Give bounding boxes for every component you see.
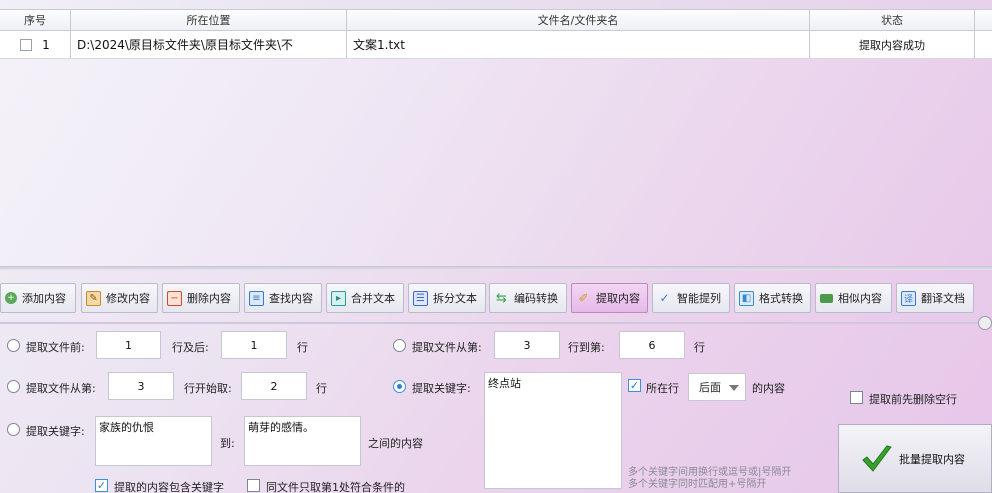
header-filename[interactable]: 文件名/文件夹名 xyxy=(347,10,810,30)
panel-splitter[interactable] xyxy=(0,266,992,270)
keyword-textarea[interactable]: 终点站 xyxy=(484,372,622,489)
remove-blank-label: 提取前先删除空行 xyxy=(869,393,957,406)
header-location[interactable]: 所在位置 xyxy=(71,10,347,30)
split-text-button[interactable]: ☰ 拆分文本 xyxy=(408,283,486,313)
first-match-label: 同文件只取第1处符合条件的 xyxy=(266,481,405,493)
edit-doc-icon: ✎ xyxy=(86,290,101,306)
merge-icon: ▸ xyxy=(331,290,346,306)
include-keyword-label: 提取的内容包含关键字 xyxy=(114,481,224,493)
edit-content-button[interactable]: ✎ 修改内容 xyxy=(81,283,158,313)
first-match-checkbox[interactable] xyxy=(247,479,260,492)
opt-line-range-mid: 行到第: xyxy=(568,341,605,354)
opt-line-range-label: 提取文件从第: xyxy=(412,341,482,354)
opt-line-range-radio[interactable] xyxy=(393,339,406,352)
resize-handle-icon[interactable] xyxy=(978,316,992,330)
between-from-input[interactable]: 家族的仇恨 xyxy=(95,416,212,466)
opt-first-lines-radio[interactable] xyxy=(7,339,20,352)
smart-column-icon: ✓ xyxy=(659,291,670,305)
file-list-grid[interactable]: 序号 所在位置 文件名/文件夹名 状态 1 D:\2024\原目标文件夹\原目标… xyxy=(0,0,992,268)
opt-start-count-mid: 行开始取: xyxy=(184,382,232,395)
find-doc-icon: ≡ xyxy=(249,290,264,306)
find-content-button[interactable]: ≡ 查找内容 xyxy=(244,283,322,313)
opt-first-lines-label: 提取文件前: xyxy=(26,341,85,354)
row-checkbox[interactable] xyxy=(20,38,33,51)
range-end-input[interactable]: 6 xyxy=(619,331,685,359)
position-suffix: 的内容 xyxy=(752,382,785,395)
opt-start-count-radio[interactable] xyxy=(7,380,20,393)
row-index: 1 xyxy=(42,37,50,52)
toolbar: + 添加内容 ✎ 修改内容 − 删除内容 ≡ 查找内容 ▸ 合并文本 ☰ 拆分文… xyxy=(0,283,992,315)
keyword-hint-2: 多个关键字同时匹配用+号隔开 xyxy=(628,479,767,490)
row-index-cell: 1 xyxy=(0,31,71,58)
opt-start-count-suffix: 行 xyxy=(316,382,327,395)
opt-first-lines-mid: 行及后: xyxy=(172,341,209,354)
remove-blank-checkbox[interactable] xyxy=(850,391,863,404)
range-start-input[interactable]: 3 xyxy=(494,331,560,359)
opt-keyword-radio[interactable] xyxy=(393,380,406,393)
delete-doc-icon: − xyxy=(167,290,182,306)
translate-icon: 译 xyxy=(901,290,916,306)
opt-between-label: 提取关键字: xyxy=(26,425,85,438)
first-lines-input[interactable]: 1 xyxy=(96,331,161,359)
merge-text-button[interactable]: ▸ 合并文本 xyxy=(326,283,404,313)
opt-keyword-label: 提取关键字: xyxy=(412,382,471,395)
encoding-convert-button[interactable]: ⇆ 编码转换 xyxy=(489,283,567,313)
row-status: 提取内容成功 xyxy=(810,31,975,58)
similar-icon xyxy=(820,293,833,303)
extract-content-button[interactable]: ✐ 提取内容 xyxy=(571,283,648,313)
similar-content-button[interactable]: 相似内容 xyxy=(815,283,892,313)
add-circle-icon: + xyxy=(5,292,17,304)
between-suffix: 之间的内容 xyxy=(368,437,423,450)
opt-start-count-label: 提取文件从第: xyxy=(26,382,96,395)
chevron-down-icon xyxy=(729,385,739,391)
smart-column-button[interactable]: ✓ 智能提列 xyxy=(652,283,730,313)
batch-extract-button[interactable]: 批量提取内容 xyxy=(838,424,992,493)
keyword-hint-1: 多个关键字间用换行或逗号或|号隔开 xyxy=(628,467,792,478)
grid-header: 序号 所在位置 文件名/文件夹名 状态 xyxy=(0,9,992,31)
line-checkbox[interactable]: ✓ xyxy=(628,379,641,392)
row-location: D:\2024\原目标文件夹\原目标文件夹\不 xyxy=(71,31,347,58)
after-lines-input[interactable]: 1 xyxy=(221,331,287,359)
between-to-label: 到: xyxy=(220,437,235,450)
extract-icon: ✐ xyxy=(578,291,589,305)
opt-line-range-suffix: 行 xyxy=(694,341,705,354)
count-lines-input[interactable]: 2 xyxy=(241,372,307,400)
convert-icon: ⇆ xyxy=(496,290,507,306)
check-icon xyxy=(862,444,892,472)
opt-first-lines-suffix: 行 xyxy=(297,341,308,354)
translate-doc-button[interactable]: 译 翻译文档 xyxy=(896,283,974,313)
header-status[interactable]: 状态 xyxy=(810,10,975,30)
line-checkbox-label: 所在行 xyxy=(646,382,679,395)
include-keyword-checkbox[interactable]: ✓ xyxy=(95,479,108,492)
start-line-input[interactable]: 3 xyxy=(108,372,174,400)
add-content-button[interactable]: + 添加内容 xyxy=(0,283,76,313)
position-select[interactable]: 后面 xyxy=(688,373,746,401)
format-icon: ◧ xyxy=(739,290,754,306)
toolbar-divider xyxy=(0,322,978,324)
table-row[interactable]: 1 D:\2024\原目标文件夹\原目标文件夹\不 文案1.txt 提取内容成功 xyxy=(0,31,992,59)
header-index[interactable]: 序号 xyxy=(0,10,71,30)
delete-content-button[interactable]: − 删除内容 xyxy=(162,283,240,313)
between-to-input[interactable]: 萌芽的感情。 xyxy=(244,416,361,466)
format-convert-button[interactable]: ◧ 格式转换 xyxy=(734,283,811,313)
opt-between-radio[interactable] xyxy=(7,423,20,436)
split-icon: ☰ xyxy=(413,290,428,306)
row-filename: 文案1.txt xyxy=(347,31,810,58)
